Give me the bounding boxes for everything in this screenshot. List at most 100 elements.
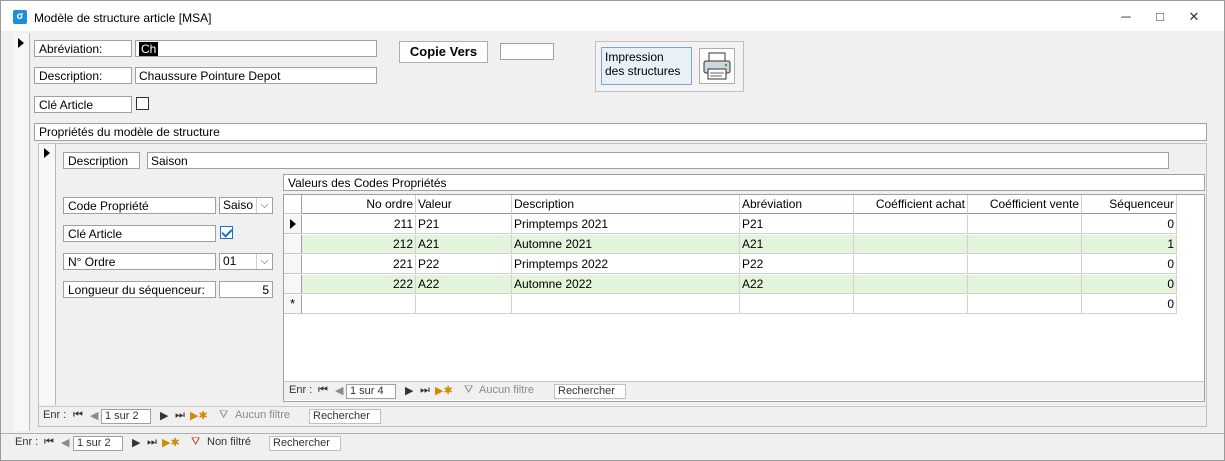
minimize-icon[interactable]: ─: [1111, 7, 1141, 27]
table-cell[interactable]: A22: [740, 275, 854, 294]
table-cell[interactable]: [968, 255, 1082, 274]
print-structures-button[interactable]: Impression des structures: [601, 47, 692, 85]
restore-icon[interactable]: □: [1145, 7, 1175, 27]
table-cell[interactable]: [854, 275, 968, 294]
table-cell[interactable]: [968, 215, 1082, 234]
code-prop-select[interactable]: Saiso ⌵: [219, 197, 273, 214]
prop-desc-field[interactable]: Saison: [147, 152, 1169, 169]
table-cell[interactable]: [740, 295, 854, 314]
record-position[interactable]: 1 sur 2: [73, 436, 123, 451]
table-cell[interactable]: Automne 2022: [512, 275, 740, 294]
table-cell[interactable]: [854, 215, 968, 234]
table-cell[interactable]: Automne 2021: [512, 235, 740, 254]
print-label-line2: des structures: [605, 64, 681, 78]
table-cell[interactable]: [968, 275, 1082, 294]
record-selector[interactable]: [13, 33, 30, 431]
prop-cle-checkbox[interactable]: [220, 226, 233, 239]
table-cell[interactable]: [302, 295, 416, 314]
next-record-icon[interactable]: ▶: [405, 384, 413, 397]
filter-status[interactable]: Aucun filtre: [479, 384, 534, 396]
table-cell[interactable]: [416, 295, 512, 314]
last-record-icon[interactable]: ⏭: [175, 409, 185, 422]
main-record-navigator: Enr : ⏮ ◀ 1 sur 2 ▶ ⏭ ▶✱ ⛛ Non filtré Re…: [1, 433, 1224, 452]
chevron-down-icon[interactable]: ⌵: [256, 198, 272, 213]
table-cell[interactable]: [968, 235, 1082, 254]
table-cell[interactable]: [854, 295, 968, 314]
table-cell[interactable]: 0: [1082, 275, 1177, 294]
table-cell[interactable]: Primptemps 2022: [512, 255, 740, 274]
col-header-abreviation[interactable]: Abréviation: [740, 195, 854, 214]
printer-button[interactable]: [699, 48, 735, 84]
table-cell[interactable]: [854, 235, 968, 254]
table-cell[interactable]: 0: [1082, 215, 1177, 234]
row-selector[interactable]: [284, 215, 302, 234]
filter-status[interactable]: Aucun filtre: [235, 409, 290, 421]
col-header-no-ordre[interactable]: No ordre: [302, 195, 416, 214]
search-field[interactable]: Rechercher: [269, 436, 341, 451]
last-record-icon[interactable]: ⏭: [147, 436, 157, 449]
next-record-icon[interactable]: ▶: [132, 436, 140, 449]
table-cell[interactable]: 1: [1082, 235, 1177, 254]
prev-record-icon[interactable]: ◀: [335, 384, 343, 397]
table-cell[interactable]: 222: [302, 275, 416, 294]
copy-to-field[interactable]: [500, 43, 554, 60]
chevron-down-icon[interactable]: ⌵: [256, 254, 272, 269]
table-cell[interactable]: P22: [740, 255, 854, 274]
filter-icon[interactable]: ⛛: [464, 384, 473, 397]
row-selector[interactable]: [284, 275, 302, 294]
col-header-sequenceur[interactable]: Séquenceur: [1082, 195, 1177, 214]
abbr-field[interactable]: Ch: [135, 40, 377, 57]
table-cell[interactable]: 0: [1082, 295, 1177, 314]
table-cell[interactable]: 0: [1082, 255, 1177, 274]
table-cell[interactable]: 221: [302, 255, 416, 274]
last-record-icon[interactable]: ⏭: [420, 384, 430, 397]
col-header-description[interactable]: Description: [512, 195, 740, 214]
table-cell[interactable]: 212: [302, 235, 416, 254]
search-field[interactable]: Rechercher: [554, 384, 626, 399]
table-cell[interactable]: [512, 295, 740, 314]
new-record-icon[interactable]: ▶✱: [162, 436, 180, 449]
close-icon[interactable]: ✕: [1179, 7, 1209, 27]
first-record-icon[interactable]: ⏮: [44, 436, 54, 449]
table-cell[interactable]: P22: [416, 255, 512, 274]
filter-status[interactable]: Non filtré: [207, 436, 251, 448]
prev-record-icon[interactable]: ◀: [90, 409, 98, 422]
longueur-field[interactable]: 5: [219, 281, 273, 298]
table-cell[interactable]: 211: [302, 215, 416, 234]
filter-icon[interactable]: ⛛: [219, 409, 228, 422]
table-cell[interactable]: [854, 255, 968, 274]
record-position[interactable]: 1 sur 2: [101, 409, 151, 424]
row-selector[interactable]: [284, 255, 302, 274]
first-record-icon[interactable]: ⏮: [318, 384, 328, 397]
table-cell[interactable]: P21: [416, 215, 512, 234]
new-record-marker[interactable]: *: [284, 295, 302, 314]
new-record-icon[interactable]: ▶✱: [190, 409, 208, 422]
sub-record-selector[interactable]: [39, 144, 56, 405]
copy-to-button[interactable]: Copie Vers: [399, 41, 488, 63]
new-record-icon[interactable]: ▶✱: [435, 384, 453, 397]
filter-icon[interactable]: ⛛: [191, 436, 200, 449]
select-all-corner[interactable]: [284, 195, 302, 214]
table-cell[interactable]: Primptemps 2021: [512, 215, 740, 234]
table-cell[interactable]: P21: [740, 215, 854, 234]
col-header-coef-achat[interactable]: Coéfficient achat: [854, 195, 968, 214]
col-header-valeur[interactable]: Valeur: [416, 195, 512, 214]
table-cell[interactable]: A21: [416, 235, 512, 254]
next-record-icon[interactable]: ▶: [160, 409, 168, 422]
first-record-icon[interactable]: ⏮: [73, 409, 83, 422]
table-cell[interactable]: A21: [740, 235, 854, 254]
form-icon: σ: [13, 10, 27, 24]
print-panel: Impression des structures: [595, 41, 744, 92]
desc-field[interactable]: Chaussure Pointure Depot: [135, 67, 377, 84]
table-cell[interactable]: [968, 295, 1082, 314]
prev-record-icon[interactable]: ◀: [61, 436, 69, 449]
nav-label: Enr :: [43, 409, 67, 421]
table-cell[interactable]: A22: [416, 275, 512, 294]
ordre-select[interactable]: 01 ⌵: [219, 253, 273, 270]
row-selector[interactable]: [284, 235, 302, 254]
cle-label: Clé Article: [34, 96, 132, 113]
col-header-coef-vente[interactable]: Coéfficient vente: [968, 195, 1082, 214]
search-field[interactable]: Rechercher: [309, 409, 381, 424]
cle-checkbox[interactable]: [136, 97, 149, 110]
record-position[interactable]: 1 sur 4: [346, 384, 396, 399]
